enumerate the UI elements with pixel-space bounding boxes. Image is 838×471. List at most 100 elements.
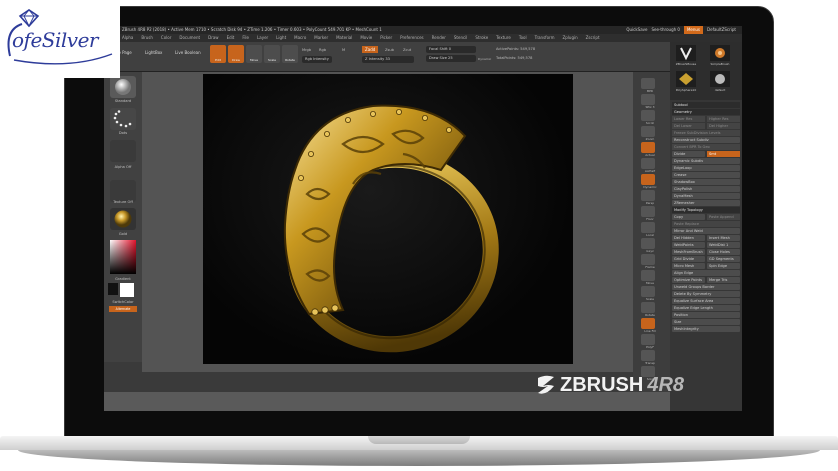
right-shelf-button[interactable] [641,206,655,217]
right-shelf-button[interactable] [641,270,655,281]
palette-button[interactable]: Crease [672,172,740,178]
tool-rotate-button[interactable]: Rotate [282,45,298,63]
palette-button[interactable]: Delete By Symmetry [672,291,740,297]
palette-button[interactable]: Lower Res [672,116,705,122]
palette-button[interactable]: MeshIntegrity [672,326,740,332]
right-shelf-button[interactable] [641,174,655,185]
palette-button[interactable]: Insert Mesh [707,235,740,241]
palette-button[interactable]: EdgeLoop [672,165,740,171]
menu-item[interactable]: Render [432,34,446,42]
right-shelf-button[interactable] [641,94,655,105]
menu-item[interactable]: Light [276,34,286,42]
palette-button[interactable]: Optimize Points [672,277,705,283]
palette-button[interactable]: Divide [672,151,705,157]
viewport-canvas[interactable] [203,74,573,364]
right-shelf-button[interactable] [641,254,655,265]
palette-button[interactable]: Merge Tris [707,277,740,283]
dynamic-toggle[interactable]: Dynamic [478,57,491,61]
right-shelf-button[interactable] [641,302,655,313]
polysphere-thumb[interactable]: PolySphere10 [676,71,696,92]
switch-color-button[interactable]: SwitchColor [104,300,142,304]
palette-button[interactable]: MeshFromBrush [672,249,705,255]
palette-button[interactable]: Smt [707,151,740,157]
palette-button[interactable]: Del Higher [707,123,740,129]
zbrush-mouse-thumb[interactable]: ZBrushMouse [676,45,696,66]
right-shelf-button[interactable] [641,110,655,121]
texture-thumb[interactable] [110,180,136,202]
draw-size-slider[interactable]: Draw Size 25 [426,55,476,62]
menu-item[interactable]: Zplugin [563,34,578,42]
gold-material-thumb[interactable] [110,208,136,230]
palette-section-header[interactable]: Geometry [672,109,740,115]
palette-button[interactable]: Higher Res [707,116,740,122]
menu-item[interactable]: Material [336,34,352,42]
palette-button[interactable]: Del Hidden [672,235,705,241]
alternate-button[interactable]: Alternate [109,306,137,312]
standard-brush-thumb[interactable] [110,76,136,98]
palette-button[interactable]: WeldPoints [672,242,705,248]
menu-item[interactable]: Brush [141,34,153,42]
menus-toggle[interactable]: Menus [683,26,704,34]
zcut-button[interactable]: Zcut [403,48,411,52]
mrgb-button[interactable]: Mrgb [302,48,311,52]
palette-button[interactable]: Spin Edge [707,263,740,269]
palette-button[interactable]: Freeze SubDivision Levels [672,130,740,136]
menu-item[interactable]: Picker [380,34,392,42]
menu-item[interactable]: Marker [314,34,328,42]
focal-shift-slider[interactable]: Focal Shift 0 [426,46,476,53]
palette-button[interactable]: Reconstruct Subdiv [672,137,740,143]
rgb-intensity-slider[interactable]: Rgb Intensity [302,56,332,63]
right-shelf-button[interactable] [641,126,655,137]
tool-move-button[interactable]: Move [246,45,262,63]
main-color-swatch[interactable] [120,283,134,297]
secondary-color-swatch[interactable] [108,283,118,295]
menu-item[interactable]: Layer [257,34,268,42]
menu-item[interactable]: Document [179,34,200,42]
menu-item[interactable]: File [242,34,249,42]
menu-item[interactable]: Color [161,34,171,42]
tool-edit-button[interactable]: Edit [210,45,226,63]
right-shelf-button[interactable] [641,350,655,361]
palette-section-header[interactable]: Modify Topology [672,207,740,213]
right-shelf-button[interactable] [641,78,655,89]
menu-item[interactable]: Draw [208,34,218,42]
menu-item[interactable]: Stencil [454,34,468,42]
rgb-button[interactable]: Rgb [319,48,326,52]
palette-button[interactable]: Unweld Groups Border [672,284,740,290]
right-shelf-button[interactable] [641,286,655,297]
palette-button[interactable]: Del Lower [672,123,705,129]
palette-button[interactable]: Paste Replace [672,221,740,227]
menu-item[interactable]: Zscript [586,34,600,42]
lightbox-button[interactable]: LightBox [142,46,165,60]
default-zscript-button[interactable]: DefaultZScript [707,26,736,34]
palette-section-header[interactable]: Subtool [672,102,740,108]
palette-button[interactable]: Micro Mesh [672,263,705,269]
palette-button[interactable]: Size [672,319,740,325]
simple-brush-thumb[interactable]: SimpleBrush [710,45,730,66]
z-intensity-slider[interactable]: Z Intensity 33 [362,56,414,63]
live-boolean-button[interactable]: Live Boolean [172,46,204,60]
palette-button[interactable]: Paste Append [707,214,740,220]
menu-item[interactable]: Movie [360,34,372,42]
right-shelf-button[interactable] [641,318,655,329]
palette-button[interactable]: Convert BPR To Geo [672,144,740,150]
palette-button[interactable]: Close Holes [707,249,740,255]
palette-button[interactable]: Grid Divide [672,256,705,262]
right-shelf-button[interactable] [641,334,655,345]
menu-item[interactable]: Preferences [400,34,424,42]
palette-button[interactable]: Dynamic Subdiv [672,158,740,164]
m-button[interactable]: M [342,48,345,52]
default-thumb[interactable]: default [710,71,730,92]
tool-scale-button[interactable]: Scale [264,45,280,63]
palette-button[interactable]: Copy [672,214,705,220]
alpha-thumb[interactable] [110,140,136,162]
menu-item[interactable]: Alpha [122,34,133,42]
see-through-slider[interactable]: See-through 0 [652,26,680,34]
right-shelf-button[interactable] [641,222,655,233]
palette-button[interactable]: Position [672,312,740,318]
color-picker[interactable] [110,240,136,274]
right-shelf-button[interactable] [641,190,655,201]
palette-button[interactable]: Align Edge [672,270,740,276]
quicksave-button[interactable]: QuickSave [626,26,647,34]
zsub-button[interactable]: Zsub [385,48,394,52]
